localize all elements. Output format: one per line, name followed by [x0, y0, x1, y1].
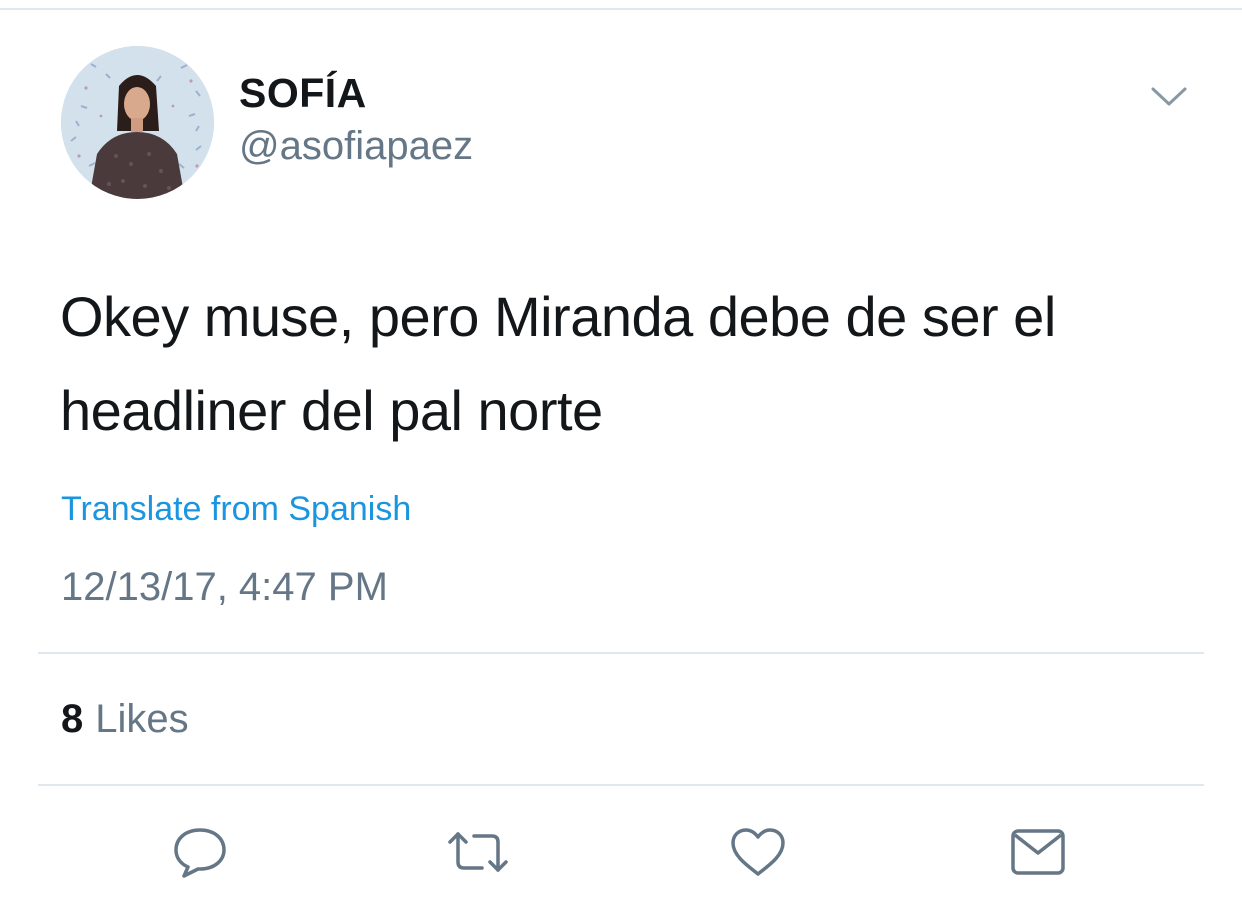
divider [38, 652, 1204, 654]
reply-button[interactable] [168, 820, 232, 884]
like-button[interactable] [726, 820, 790, 884]
avatar[interactable] [61, 46, 214, 199]
display-name[interactable]: SOFÍA [239, 70, 367, 117]
likes-stat[interactable]: 8 Likes [61, 697, 189, 742]
retweet-button[interactable] [446, 820, 510, 884]
reply-icon [174, 828, 226, 878]
top-divider [0, 8, 1242, 10]
divider [38, 784, 1204, 786]
likes-label: Likes [95, 697, 189, 741]
translate-link[interactable]: Translate from Spanish [61, 490, 411, 529]
like-icon [731, 828, 785, 876]
likes-count: 8 [61, 697, 84, 741]
retweet-icon [448, 832, 508, 872]
tweet-timestamp: 12/13/17, 4:47 PM [61, 565, 388, 609]
tweet-text: Okey muse, pero Miranda debe de ser el h… [60, 285, 1056, 442]
direct-message-icon [1011, 829, 1065, 875]
chevron-down-icon[interactable] [1150, 84, 1188, 110]
direct-message-button[interactable] [1006, 820, 1070, 884]
user-handle[interactable]: @asofiapaez [239, 124, 473, 169]
avatar-photo [61, 46, 214, 199]
